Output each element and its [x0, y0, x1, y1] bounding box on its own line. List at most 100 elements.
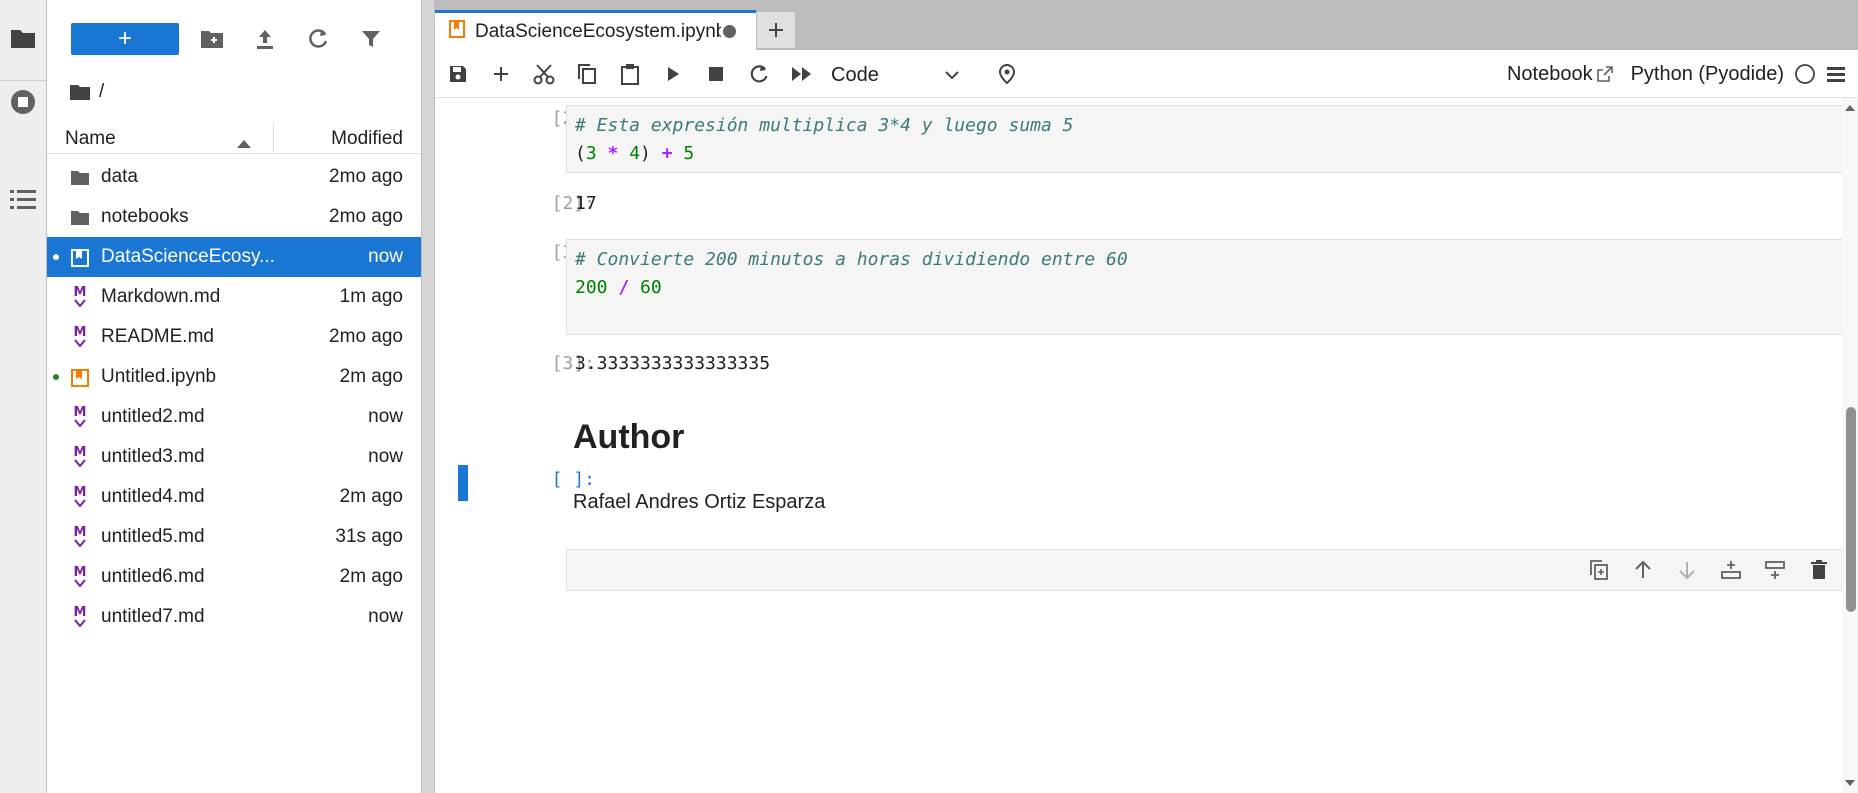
file-row[interactable]: Muntitled3.md now: [47, 437, 421, 477]
file-row[interactable]: Untitled.ipynb 2m ago: [47, 357, 421, 397]
filter-icon[interactable]: [354, 22, 388, 56]
code-cell-input[interactable]: # Convierte 200 minutos a horas dividien…: [566, 239, 1852, 335]
activity-bar: [0, 0, 47, 793]
markdown-icon: M: [69, 566, 91, 589]
unsaved-dot-icon[interactable]: [723, 25, 736, 38]
markdown-icon: M: [69, 526, 91, 549]
file-row[interactable]: M Markdown.md 1m ago: [47, 277, 421, 317]
code-number: 200: [575, 277, 608, 298]
code-comment: # Esta expresión multiplica 3*4 y luego …: [575, 115, 1074, 136]
markdown-icon: M: [69, 606, 91, 629]
file-row[interactable]: Muntitled2.md now: [47, 397, 421, 437]
insert-above-icon[interactable]: [1715, 554, 1747, 586]
run-icon[interactable]: [656, 57, 690, 91]
column-name-header[interactable]: Name: [65, 128, 116, 150]
cell-type-value: Code: [831, 63, 879, 86]
file-row[interactable]: data 2mo ago: [47, 157, 421, 197]
insert-cell-icon[interactable]: [484, 57, 518, 91]
breadcrumb: /: [69, 80, 104, 104]
save-icon[interactable]: [441, 57, 475, 91]
file-list: data 2mo ago notebooks 2mo ago DataScienceEc…: [47, 157, 421, 637]
header-divider: [273, 122, 274, 152]
scroll-thumb[interactable]: [1846, 407, 1856, 612]
column-modified-header[interactable]: Modified: [331, 128, 403, 150]
sort-ascending-icon[interactable]: [237, 132, 251, 154]
cut-icon[interactable]: [527, 57, 561, 91]
file-name: notebooks: [101, 206, 189, 227]
file-modified: 2mo ago: [329, 206, 403, 227]
notebook-label: Notebook: [1506, 62, 1593, 85]
open-in-notebook-link[interactable]: Notebook: [1507, 63, 1613, 86]
kernel-name[interactable]: Python (Pyodide): [1631, 63, 1784, 86]
scroll-up-arrow-icon[interactable]: [1842, 102, 1858, 114]
copy-icon[interactable]: [570, 57, 604, 91]
new-folder-icon[interactable]: [195, 22, 229, 56]
cell-output: 3.3333333333333335: [575, 353, 771, 374]
paste-icon[interactable]: [613, 57, 647, 91]
file-row[interactable]: M README.md 2mo ago: [47, 317, 421, 357]
file-row[interactable]: Muntitled7.md now: [47, 597, 421, 637]
file-name: untitled5.md: [101, 526, 205, 547]
fast-forward-icon[interactable]: [785, 57, 819, 91]
breadcrumb-path[interactable]: /: [99, 81, 104, 103]
external-link-icon: [1596, 66, 1613, 82]
refresh-icon[interactable]: [301, 22, 335, 56]
running-icon[interactable]: [0, 82, 46, 122]
tab-label: DataScienceEcosystem.ipynb: [475, 20, 721, 42]
tab-notebook[interactable]: DataScienceEcosystem.ipynb: [435, 10, 756, 50]
new-launcher-button[interactable]: +: [71, 23, 179, 55]
code-cell-input[interactable]: # Esta expresión multiplica 3*4 y luego …: [566, 105, 1852, 173]
code-number: 60: [640, 277, 662, 298]
file-row[interactable]: Muntitled5.md 31s ago: [47, 517, 421, 557]
panel-splitter[interactable]: [421, 0, 435, 793]
scroll-down-arrow-icon[interactable]: [1842, 777, 1858, 789]
notebook-icon: [449, 19, 465, 44]
plus-icon: [769, 23, 783, 37]
chevron-down-icon: [945, 70, 959, 79]
insert-below-icon[interactable]: [1759, 554, 1791, 586]
empty-code-cell-input[interactable]: [566, 549, 1852, 591]
file-modified: 2m ago: [339, 566, 403, 587]
file-browser-toolbar: +: [47, 0, 421, 76]
active-cell-indicator[interactable]: [458, 465, 468, 501]
duplicate-cell-icon[interactable]: [1583, 554, 1615, 586]
code-number: 5: [683, 143, 695, 164]
move-down-icon[interactable]: [1671, 554, 1703, 586]
folder-icon[interactable]: [0, 18, 46, 58]
code-line: 200 / 60: [575, 274, 1843, 302]
notebook-icon: [69, 367, 91, 389]
code-number: 3: [585, 143, 597, 164]
delete-cell-icon[interactable]: [1803, 554, 1835, 586]
file-row[interactable]: notebooks 2mo ago: [47, 197, 421, 237]
file-name: untitled4.md: [101, 486, 205, 507]
markdown-icon: M: [69, 286, 91, 309]
file-row[interactable]: Muntitled4.md 2m ago: [47, 477, 421, 517]
file-browser: + / Name Modified data 2mo ago notebooks 2m…: [47, 0, 421, 793]
main-area: DataScienceEcosystem.ipynb Code Notebook…: [435, 0, 1858, 793]
scrollbar[interactable]: [1842, 98, 1858, 793]
file-name: untitled3.md: [101, 446, 205, 467]
file-modified: now: [368, 446, 403, 467]
new-tab-button[interactable]: [757, 12, 795, 48]
restart-icon[interactable]: [742, 57, 776, 91]
cell-toolbar: [1583, 554, 1835, 586]
file-modified: 31s ago: [335, 526, 403, 547]
location-pin-icon[interactable]: [990, 57, 1024, 91]
cell-type-select[interactable]: Code: [831, 62, 959, 88]
toc-icon[interactable]: [0, 180, 46, 220]
file-row[interactable]: DataScienceEcosy... now: [47, 237, 421, 277]
menu-icon[interactable]: [1826, 65, 1846, 83]
file-modified: 2m ago: [339, 366, 403, 387]
breadcrumb-folder-icon[interactable]: [69, 83, 91, 101]
markdown-heading: Author: [573, 418, 685, 456]
notebook-icon: [69, 247, 91, 269]
upload-icon[interactable]: [248, 22, 282, 56]
markdown-icon: M: [69, 446, 91, 469]
file-modified: 1m ago: [339, 286, 403, 307]
notebook-content: [2]: # Esta expresión multiplica 3*4 y l…: [435, 98, 1858, 793]
move-up-icon[interactable]: [1627, 554, 1659, 586]
stop-icon[interactable]: [699, 57, 733, 91]
file-name: Untitled.ipynb: [101, 366, 217, 387]
file-name: untitled6.md: [101, 566, 205, 587]
file-row[interactable]: Muntitled6.md 2m ago: [47, 557, 421, 597]
